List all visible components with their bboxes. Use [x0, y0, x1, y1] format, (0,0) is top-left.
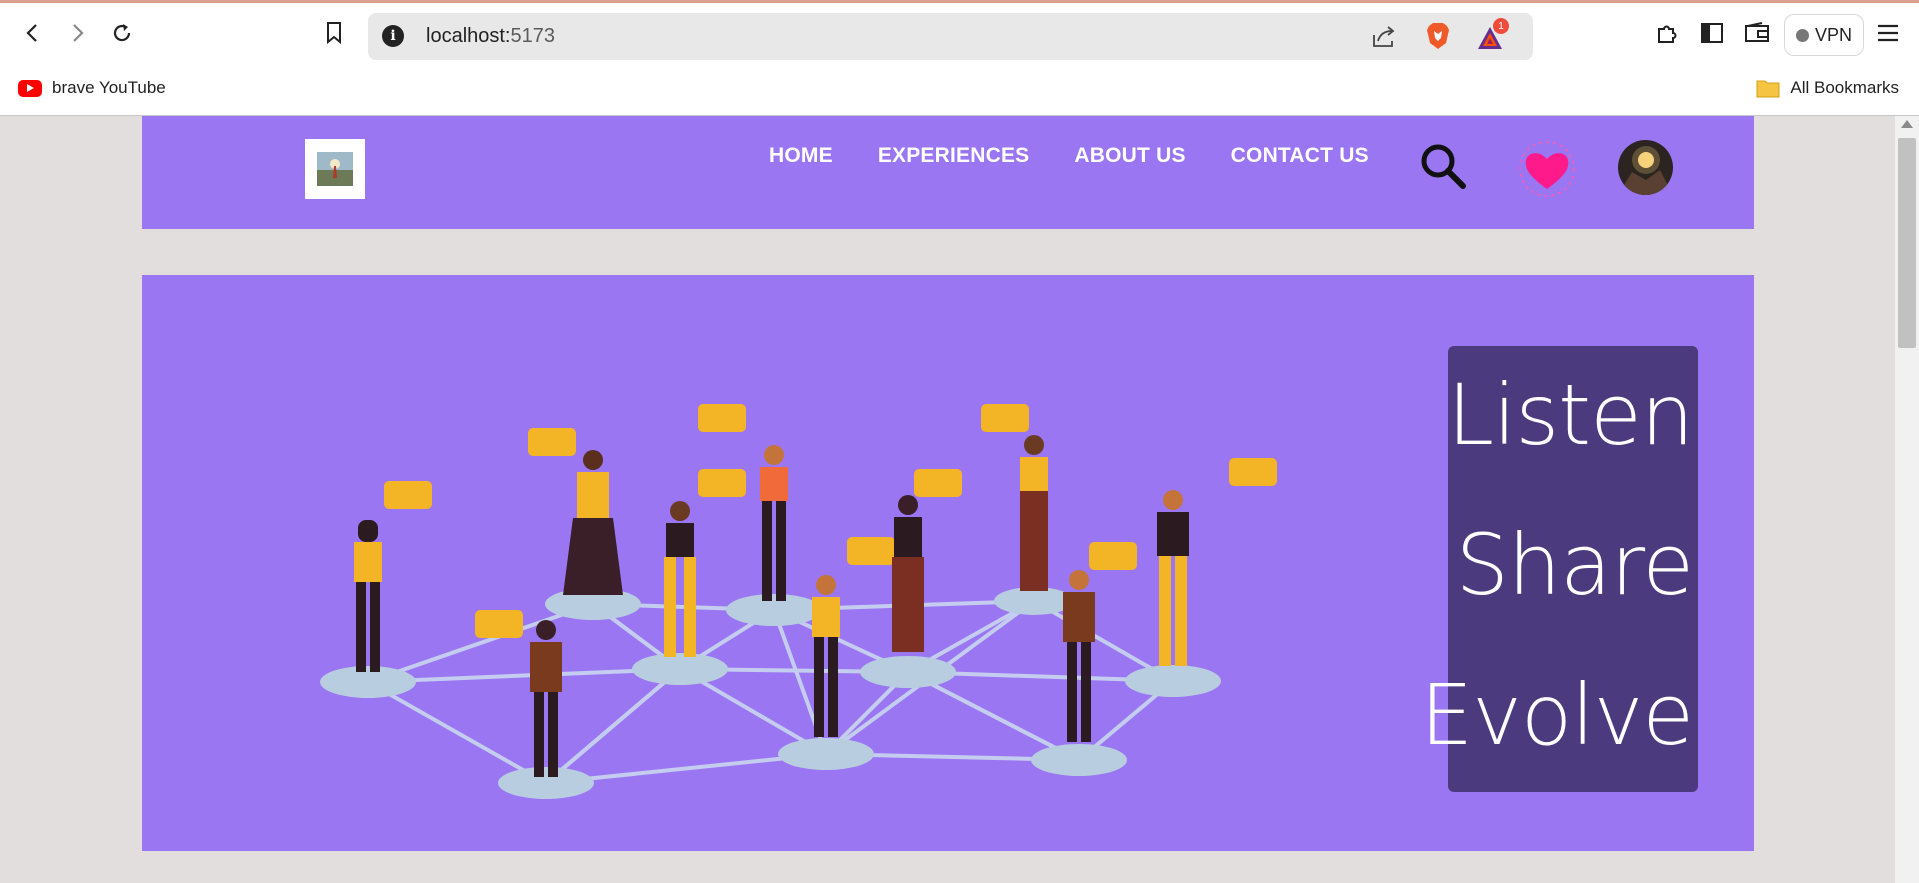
folder-icon: [1756, 80, 1780, 98]
scroll-up-arrow-icon[interactable]: [1901, 120, 1913, 128]
tagline-panel: Listen Share Evolve: [1420, 346, 1698, 792]
nav-about-link[interactable]: ABOUT US: [1074, 144, 1185, 168]
vpn-status-icon: [1795, 28, 1809, 42]
site-info-icon[interactable]: i: [382, 25, 404, 47]
page-viewport: HOME EXPERIENCES ABOUT US CONTACT US Lis…: [0, 116, 1895, 883]
address-bar[interactable]: i localhost:5173 1: [368, 13, 1533, 60]
site-navbar: HOME EXPERIENCES ABOUT US CONTACT US: [142, 116, 1754, 229]
forward-button[interactable]: [60, 16, 94, 50]
tagline-listen: Listen: [1447, 366, 1694, 464]
youtube-icon: [18, 79, 42, 97]
browser-toolbar: i localhost:5173 1 VPN: [0, 3, 1919, 65]
back-button[interactable]: [16, 16, 50, 50]
tagline-share: Share: [1455, 516, 1694, 614]
tagline-evolve: Evolve: [1420, 666, 1694, 764]
page-scrollbar[interactable]: [1895, 116, 1919, 883]
extensions-button[interactable]: [1650, 16, 1684, 50]
favorites-heart-icon[interactable]: [1518, 140, 1576, 198]
bookmark-youtube[interactable]: brave YouTube: [18, 78, 166, 98]
logo-image-icon: [317, 152, 353, 186]
scrollbar-thumb[interactable]: [1898, 138, 1916, 348]
nav-home-link[interactable]: HOME: [769, 144, 833, 168]
bookmark-page-button[interactable]: [317, 16, 351, 50]
vpn-button[interactable]: VPN: [1784, 14, 1864, 56]
user-avatar[interactable]: [1618, 140, 1673, 195]
wallet-button[interactable]: [1740, 16, 1774, 50]
search-icon[interactable]: [1419, 142, 1467, 190]
hamburger-menu-icon: [1878, 24, 1898, 42]
share-icon[interactable]: [1368, 22, 1398, 52]
avatar-image-icon: [1618, 140, 1673, 195]
sidebar-button[interactable]: [1695, 16, 1729, 50]
menu-button[interactable]: [1871, 16, 1905, 50]
hero-section: Listen Share Evolve: [142, 275, 1754, 851]
reload-button[interactable]: [105, 16, 139, 50]
wallet-icon: [1745, 22, 1769, 42]
site-logo[interactable]: [305, 139, 365, 199]
bookmarks-bar: brave YouTube All Bookmarks: [0, 65, 1919, 116]
rewards-badge: 1: [1493, 18, 1509, 34]
url-text[interactable]: localhost:5173: [426, 25, 555, 48]
forward-icon: [73, 24, 84, 42]
nav-contact-link[interactable]: CONTACT US: [1231, 144, 1369, 168]
bookmark-icon: [327, 22, 341, 45]
nav-links: HOME EXPERIENCES ABOUT US CONTACT US: [769, 144, 1369, 168]
reload-icon: [113, 24, 131, 42]
nav-experiences-link[interactable]: EXPERIENCES: [878, 144, 1030, 168]
back-icon: [26, 24, 37, 42]
all-bookmarks-button[interactable]: All Bookmarks: [1756, 78, 1899, 98]
puzzle-icon: [1658, 25, 1677, 43]
sidebar-icon: [1701, 23, 1723, 43]
brave-shields-icon[interactable]: [1424, 21, 1452, 51]
